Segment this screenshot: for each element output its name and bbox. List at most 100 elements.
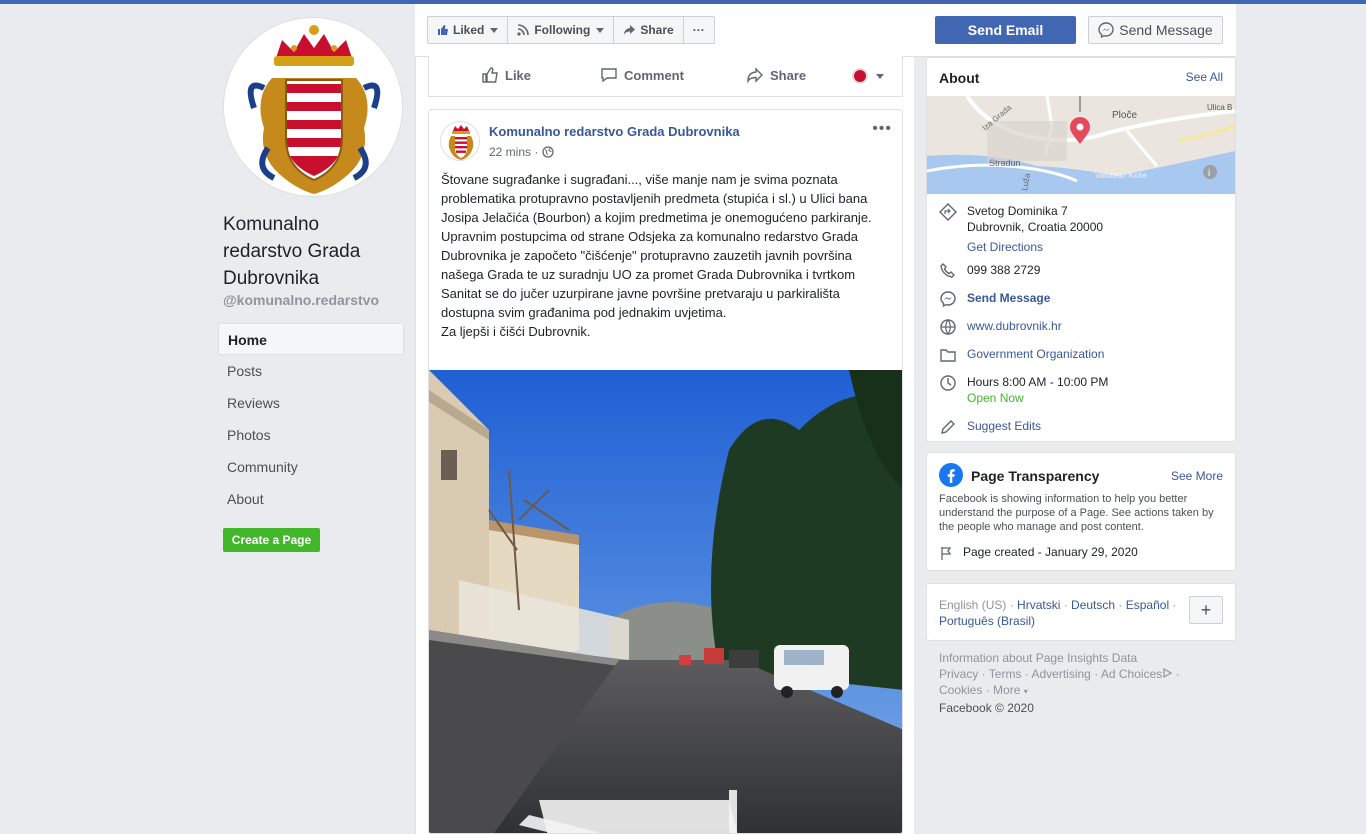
- liked-button[interactable]: Liked: [428, 17, 509, 43]
- like-label: Like: [505, 67, 532, 83]
- nav-item-reviews[interactable]: Reviews: [218, 387, 404, 419]
- post-text-main: Štovane sugrađanke i sugrađani..., više …: [441, 172, 872, 320]
- send-message-label: Send Message: [1119, 22, 1213, 38]
- map-place-label: Valobran Koše: [1095, 171, 1147, 180]
- language-option[interactable]: Hrvatski: [1017, 598, 1060, 612]
- hours-text[interactable]: Hours 8:00 AM - 10:00 PM: [967, 374, 1108, 390]
- website-row: www.dubrovnik.hr: [939, 318, 1062, 336]
- nav-item-home[interactable]: Home: [218, 323, 404, 355]
- following-button[interactable]: Following: [508, 17, 615, 43]
- post-text-closing: Za ljepši i čišći Dubrovnik.: [441, 324, 591, 339]
- post-photo[interactable]: [429, 370, 903, 834]
- globe-icon[interactable]: [542, 146, 555, 158]
- website-link[interactable]: www.dubrovnik.hr: [967, 318, 1062, 336]
- post-author-avatar[interactable]: [440, 121, 480, 161]
- suggest-edits-link[interactable]: Suggest Edits: [967, 418, 1041, 436]
- adchoices-icon[interactable]: [1162, 667, 1173, 679]
- location-map[interactable]: Iza Grada Ploče Ulica B Stradun Luža Val…: [927, 96, 1235, 194]
- message-row: Send Message: [939, 290, 1050, 308]
- advertising-link[interactable]: Advertising: [1031, 667, 1090, 681]
- page-actions-group: Liked Following Share ···: [427, 16, 715, 44]
- nav-item-posts[interactable]: Posts: [218, 355, 404, 387]
- category-row: Government Organization: [939, 346, 1104, 364]
- like-button[interactable]: Like: [481, 66, 531, 84]
- previous-post-actions: Like Comment Share: [428, 56, 903, 97]
- following-label: Following: [534, 23, 591, 37]
- cookies-link[interactable]: Cookies: [939, 683, 982, 697]
- share-arrow-icon: [747, 67, 763, 84]
- liked-label: Liked: [453, 23, 485, 37]
- page-profile-picture[interactable]: [223, 17, 403, 197]
- address-row: Svetog Dominika 7 Dubrovnik, Croatia 200…: [939, 203, 1103, 255]
- page-title[interactable]: Komunalno redarstvo Grada Dubrovnika: [223, 211, 403, 292]
- copyright: Facebook © 2020: [939, 701, 1034, 715]
- map-street-label: Ulica B: [1207, 103, 1232, 112]
- coat-of-arms-icon: [448, 125, 474, 160]
- adchoices-link[interactable]: Ad Choices: [1101, 667, 1162, 681]
- nav-item-about[interactable]: About: [218, 483, 404, 515]
- nav-item-photos[interactable]: Photos: [218, 419, 404, 451]
- about-title: About: [939, 70, 980, 86]
- page-nav: Home Posts Reviews Photos Community Abou…: [218, 323, 404, 515]
- privacy-link[interactable]: Privacy: [939, 667, 978, 681]
- post-timestamp: 22 mins ·: [489, 145, 555, 159]
- nav-item-community[interactable]: Community: [218, 451, 404, 483]
- send-email-button[interactable]: Send Email: [935, 16, 1076, 44]
- open-now-status: Open Now: [967, 391, 1024, 405]
- more-link[interactable]: More: [993, 683, 1020, 697]
- post-share-button[interactable]: Share: [746, 66, 806, 84]
- language-option[interactable]: Deutsch: [1071, 598, 1115, 612]
- directions-icon: [939, 203, 957, 221]
- transparency-see-more-link[interactable]: See More: [1171, 469, 1223, 483]
- post-as-selector[interactable]: [852, 68, 884, 84]
- messenger-icon: [940, 291, 956, 308]
- ellipsis-icon: ···: [692, 23, 705, 37]
- globe-icon: [940, 319, 956, 335]
- get-directions-link[interactable]: Get Directions: [967, 239, 1103, 255]
- thumbs-up-icon: [482, 67, 498, 83]
- page-created-text: Page created - January 29, 2020: [963, 545, 1138, 559]
- comment-button[interactable]: Comment: [600, 66, 684, 84]
- clock-icon: [940, 375, 956, 391]
- transparency-description: Facebook is showing information to help …: [939, 493, 1214, 533]
- category-link[interactable]: Government Organization: [967, 346, 1104, 364]
- map-street-label: Stradun: [989, 158, 1021, 168]
- post-author-name[interactable]: Komunalno redarstvo Grada Dubrovnika: [489, 124, 740, 139]
- terms-link[interactable]: Terms: [989, 667, 1022, 681]
- post-time-label[interactable]: 22 mins ·: [489, 145, 538, 159]
- post-more-options-icon[interactable]: •••: [872, 120, 892, 138]
- footer-links-row-2: Cookies · More ▾: [939, 683, 1028, 697]
- send-message-link[interactable]: Send Message: [967, 290, 1050, 308]
- create-page-button[interactable]: Create a Page: [223, 528, 320, 552]
- more-languages-button[interactable]: +: [1189, 596, 1223, 624]
- coat-of-arms-icon: [247, 25, 381, 194]
- facebook-logo-icon: [939, 463, 963, 487]
- post-card: Komunalno redarstvo Grada Dubrovnika 22 …: [428, 109, 903, 834]
- suggest-edits-row: Suggest Edits: [939, 418, 1041, 436]
- messenger-icon: [1098, 22, 1114, 38]
- footer-links-row: Privacy · Terms · Advertising · Ad Choic…: [939, 667, 1180, 681]
- chevron-down-icon: ▾: [1023, 687, 1028, 696]
- rss-icon: [517, 24, 530, 36]
- thumbs-up-icon: [438, 25, 448, 35]
- phone-row: 099 388 2729: [939, 262, 1040, 280]
- flag-icon: [941, 547, 952, 560]
- phone-icon: [940, 263, 955, 278]
- share-button[interactable]: Share: [614, 17, 684, 43]
- insights-link[interactable]: Information about Page Insights Data: [939, 650, 1229, 666]
- pencil-icon: [941, 420, 955, 434]
- language-selector-card: English (US) · Hrvatski · Deutsch · Espa…: [926, 583, 1236, 641]
- chevron-down-icon: [490, 27, 499, 33]
- language-option[interactable]: Español: [1126, 598, 1169, 612]
- more-options-button[interactable]: ···: [684, 17, 714, 43]
- page-transparency-card: Page Transparency See More Facebook is s…: [926, 452, 1236, 571]
- about-see-all-link[interactable]: See All: [1186, 70, 1223, 84]
- share-arrow-icon: [624, 25, 636, 35]
- address-line-1: Svetog Dominika 7: [967, 204, 1068, 218]
- send-message-button[interactable]: Send Message: [1088, 16, 1223, 44]
- footer: Information about Page Insights Data Pri…: [939, 650, 1229, 716]
- chevron-down-icon: [596, 27, 605, 33]
- language-option[interactable]: Português (Brasil): [939, 614, 1035, 628]
- page-handle[interactable]: @komunalno.redarstvo: [223, 292, 379, 308]
- phone-number[interactable]: 099 388 2729: [967, 262, 1040, 280]
